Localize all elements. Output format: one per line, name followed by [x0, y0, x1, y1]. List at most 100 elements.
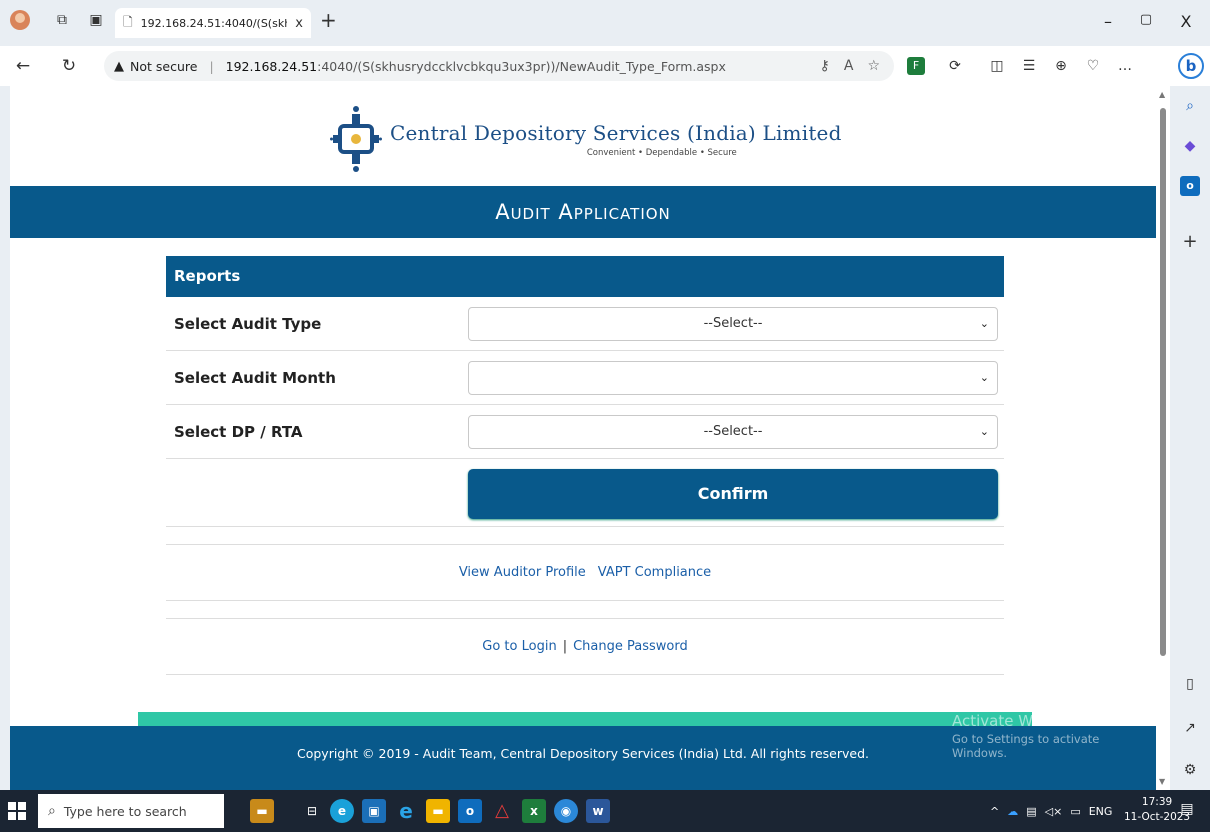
url-path: :4040/(S(skhusrydccklvcbkqu3ux3pr))/NewA… — [317, 58, 726, 74]
tab-title: 192.168.24.51:4040/(S(skhusrydc — [140, 16, 288, 30]
page-title-banner: Audit Application — [10, 186, 1156, 238]
restore-button[interactable]: ▢ — [1136, 12, 1156, 27]
security-label[interactable]: Not secure — [130, 59, 197, 74]
more-menu-icon[interactable]: … — [1116, 57, 1134, 75]
network-icon[interactable]: ▤ — [1026, 805, 1036, 818]
reports-panel: Reports Select Audit Type --Select-- ⌄ S… — [166, 256, 1004, 675]
chevron-down-icon: ⌄ — [979, 317, 989, 330]
page-scrollbar[interactable]: ▲ ▼ — [1156, 86, 1170, 790]
scroll-thumb[interactable] — [1160, 108, 1166, 656]
internet-explorer-icon[interactable]: e — [394, 799, 418, 823]
extension-icon[interactable]: F — [907, 57, 925, 75]
link-separator: | — [562, 639, 568, 654]
watermark-title: Activate Windows — [952, 712, 1086, 730]
acrobat-icon[interactable]: △ — [490, 799, 514, 823]
row-spacer — [166, 601, 1004, 619]
audit-type-label: Select Audit Type — [174, 315, 322, 333]
audit-type-value: --Select-- — [703, 316, 763, 331]
search-icon: ⌕ — [48, 803, 56, 819]
favorites-icon[interactable]: ☰ — [1020, 57, 1038, 75]
taskbar-search-box[interactable]: ⌕ Type here to search — [38, 794, 224, 828]
store-icon[interactable]: ▣ — [362, 799, 386, 823]
password-key-icon[interactable]: ⚷ — [820, 58, 830, 74]
copilot-icon[interactable]: ◆ — [1180, 136, 1200, 156]
chevron-down-icon: ⌄ — [979, 371, 989, 384]
add-sidebar-app-icon[interactable]: + — [1180, 232, 1200, 252]
change-password-link[interactable]: Change Password — [573, 639, 688, 654]
audit-month-label: Select Audit Month — [174, 369, 336, 387]
dp-rta-select[interactable]: --Select-- ⌄ — [468, 415, 998, 449]
windows-taskbar: ⌕ Type here to search ▬ ⊟ e ▣ e ▬ o △ x … — [0, 790, 1210, 832]
file-explorer-icon[interactable]: ▬ — [426, 799, 450, 823]
close-window-button[interactable]: X — [1176, 12, 1196, 31]
dp-rta-value: --Select-- — [703, 424, 763, 439]
brand-header: Central Depository Services (India) Limi… — [330, 104, 842, 174]
tab-close-icon[interactable]: x — [295, 16, 303, 31]
tab-actions-icon[interactable]: ▣ — [86, 10, 106, 30]
language-indicator[interactable]: ENG — [1089, 805, 1113, 818]
hide-sidebar-icon[interactable]: ▯ — [1180, 674, 1200, 694]
system-tray: ^ ☁ ▤ ◁× ▭ ENG — [990, 790, 1112, 832]
briefcase-app-icon[interactable]: ▬ — [250, 799, 274, 823]
row-spacer — [166, 527, 1004, 545]
navigation-bar: ← ↻ ▲ Not secure | 192.168.24.51:4040/(S… — [0, 46, 1210, 86]
volume-icon[interactable]: ◁× — [1045, 805, 1063, 818]
windows-start-icon[interactable] — [8, 802, 26, 820]
notification-icon[interactable]: ▤ — [1178, 801, 1196, 819]
view-auditor-profile-link[interactable]: View Auditor Profile — [459, 565, 586, 580]
address-separator: | — [209, 58, 214, 74]
split-screen-icon[interactable]: ◫ — [988, 57, 1006, 75]
vapt-compliance-link[interactable]: VAPT Compliance — [598, 565, 711, 580]
edge-browser-icon[interactable]: e — [330, 799, 354, 823]
task-view-icon[interactable]: ⊟ — [300, 799, 324, 823]
page-viewport: Central Depository Services (India) Limi… — [10, 86, 1156, 790]
brand-name: Central Depository Services (India) Limi… — [390, 120, 842, 145]
search-placeholder: Type here to search — [63, 803, 187, 819]
search-icon[interactable]: ⌕ — [1180, 96, 1200, 116]
audit-type-select[interactable]: --Select-- ⌄ — [468, 307, 998, 341]
external-link-icon[interactable]: ↗ — [1180, 718, 1200, 738]
favorite-star-icon[interactable]: ☆ — [867, 58, 880, 74]
scroll-up-arrow-icon[interactable]: ▲ — [1159, 90, 1165, 99]
word-icon[interactable]: w — [586, 799, 610, 823]
url-host: 192.168.24.51 — [225, 58, 318, 74]
outlook-taskbar-icon[interactable]: o — [458, 799, 482, 823]
collections-icon[interactable]: ⊕ — [1052, 57, 1070, 75]
settings-gear-icon[interactable]: ⚙ — [1180, 760, 1200, 780]
confirm-button[interactable]: Confirm — [468, 469, 998, 519]
account-links-row: Go to Login | Change Password — [166, 619, 1004, 675]
warning-triangle-icon: ▲ — [114, 58, 124, 74]
display-icon[interactable]: ▭ — [1070, 805, 1080, 818]
profile-links-row: View Auditor Profile VAPT Compliance — [166, 545, 1004, 601]
scroll-down-arrow-icon[interactable]: ▼ — [1159, 777, 1165, 786]
workspaces-icon[interactable]: ⧉ — [52, 10, 72, 30]
copyright-text: Copyright © 2019 - Audit Team, Central D… — [296, 746, 869, 761]
back-arrow-icon[interactable]: ← — [12, 55, 34, 77]
browser-essentials-icon[interactable]: ♡ — [1084, 57, 1102, 75]
globe-app-icon[interactable]: ◉ — [554, 799, 578, 823]
extensions-puzzle-icon[interactable]: ⟳ — [946, 57, 964, 75]
browser-tab-active[interactable]: 🗋 192.168.24.51:4040/(S(skhusrydc x — [115, 8, 311, 38]
form-row-audit-month: Select Audit Month ⌄ — [166, 351, 1004, 405]
audit-month-select[interactable]: ⌄ — [468, 361, 998, 395]
browser-tab-strip: ⧉ ▣ 🗋 192.168.24.51:4040/(S(skhusrydc x … — [0, 0, 1210, 46]
onedrive-cloud-icon[interactable]: ☁ — [1007, 805, 1018, 818]
activate-windows-watermark: Activate Windows Go to Settings to activ… — [952, 712, 1156, 760]
dp-rta-label: Select DP / RTA — [174, 423, 303, 441]
outlook-icon[interactable]: o — [1180, 176, 1200, 196]
chevron-up-icon[interactable]: ^ — [990, 805, 999, 818]
bing-copilot-icon[interactable]: b — [1178, 53, 1204, 79]
footer-accent-bar — [138, 712, 1032, 726]
address-bar[interactable]: ▲ Not secure | 192.168.24.51:4040/(S(skh… — [104, 51, 894, 81]
new-tab-button[interactable]: + — [320, 10, 337, 30]
profile-avatar[interactable] — [10, 10, 30, 30]
read-aloud-icon[interactable]: A — [844, 58, 854, 74]
excel-icon[interactable]: x — [522, 799, 546, 823]
form-row-audit-type: Select Audit Type --Select-- ⌄ — [166, 297, 1004, 351]
confirm-row: Confirm — [166, 459, 1004, 527]
minimize-button[interactable]: – — [1098, 12, 1118, 31]
go-to-login-link[interactable]: Go to Login — [482, 639, 556, 654]
panel-title: Reports — [166, 256, 1004, 297]
refresh-icon[interactable]: ↻ — [58, 55, 80, 77]
edge-sidebar: ⌕ ◆ o + ▯ ↗ ⚙ — [1170, 86, 1210, 790]
